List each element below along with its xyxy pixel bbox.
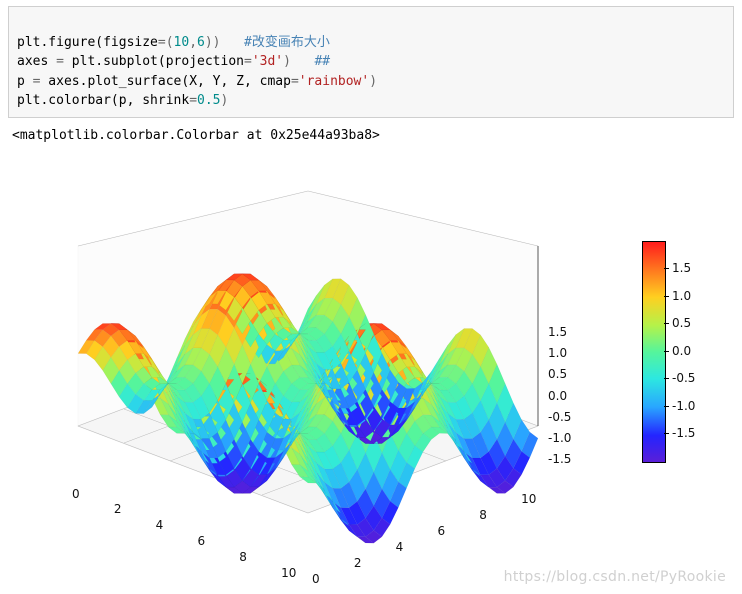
x-tick: 4	[156, 518, 164, 532]
colorbar-tick: 1.5	[672, 261, 691, 275]
surface-plot	[8, 151, 628, 571]
plot-area: 1.5 1.0 0.5 0.0 -0.5 -1.0 -1.5 0 2 4 6 8 10 0 2 4 6 8 10…	[8, 151, 734, 591]
y-tick: 4	[396, 540, 404, 554]
op-eq: =	[244, 54, 252, 69]
z-tick: -1.0	[548, 431, 571, 445]
code-text: plt.subplot(projection	[64, 54, 244, 69]
colorbar-tick-line	[664, 406, 669, 407]
colorbar-tick-line	[664, 268, 669, 269]
code-text: axes.plot_surface(X, Y, Z, cmap	[40, 74, 290, 89]
x-tick: 10	[281, 566, 296, 580]
code-text: plt.figure(figsize	[17, 35, 158, 50]
op-paren: )	[221, 93, 229, 108]
num: 10	[174, 35, 190, 50]
string: 'rainbow'	[299, 74, 369, 89]
x-tick: 6	[197, 534, 205, 548]
y-tick: 8	[479, 508, 487, 522]
code-text: plt.colorbar(p, shrink	[17, 93, 189, 108]
op-eq: =(	[158, 35, 174, 50]
x-tick: 0	[72, 487, 80, 501]
page-root: plt.figure(figsize=(10,6)) #改变画布大小 axes …	[0, 0, 742, 594]
z-tick: -0.5	[548, 410, 571, 424]
z-tick: 1.0	[548, 346, 567, 360]
num: 6	[197, 35, 205, 50]
colorbar	[642, 241, 666, 463]
colorbar-tick: -0.5	[672, 371, 695, 385]
y-tick: 10	[521, 492, 536, 506]
colorbar-tick: -1.5	[672, 426, 695, 440]
op-eq: =	[189, 93, 197, 108]
op-eq: =	[56, 54, 64, 69]
op-eq: =	[291, 74, 299, 89]
x-tick: 8	[239, 550, 247, 564]
comment: #改变画布大小	[244, 35, 330, 50]
colorbar-tick: 0.0	[672, 344, 691, 358]
colorbar-tick: 0.5	[672, 316, 691, 330]
op-paren: ))	[205, 35, 244, 50]
code-cell: plt.figure(figsize=(10,6)) #改变画布大小 axes …	[8, 6, 734, 118]
colorbar-tick-line	[664, 323, 669, 324]
z-tick: 0.5	[548, 367, 567, 381]
colorbar-tick: 1.0	[672, 289, 691, 303]
x-tick: 2	[114, 502, 122, 516]
colorbar-tick: -1.0	[672, 399, 695, 413]
y-tick: 6	[437, 524, 445, 538]
colorbar-tick-line	[664, 351, 669, 352]
output-repr: <matplotlib.colorbar.Colorbar at 0x25e44…	[12, 128, 734, 143]
op-paren: )	[283, 54, 314, 69]
z-tick: 1.5	[548, 325, 567, 339]
watermark: https://blog.csdn.net/PyRookie	[504, 569, 726, 585]
z-tick: 0.0	[548, 389, 567, 403]
num: 0.5	[197, 93, 220, 108]
op-comma: ,	[189, 35, 197, 50]
colorbar-tick-line	[664, 378, 669, 379]
comment: ##	[314, 54, 330, 69]
y-tick: 0	[312, 572, 320, 586]
code-text: axes	[17, 54, 56, 69]
z-tick: -1.5	[548, 452, 571, 466]
colorbar-tick-line	[664, 433, 669, 434]
op-paren: )	[369, 74, 377, 89]
colorbar-tick-line	[664, 296, 669, 297]
string: '3d'	[252, 54, 283, 69]
code-text: p	[17, 74, 33, 89]
y-tick: 2	[354, 556, 362, 570]
